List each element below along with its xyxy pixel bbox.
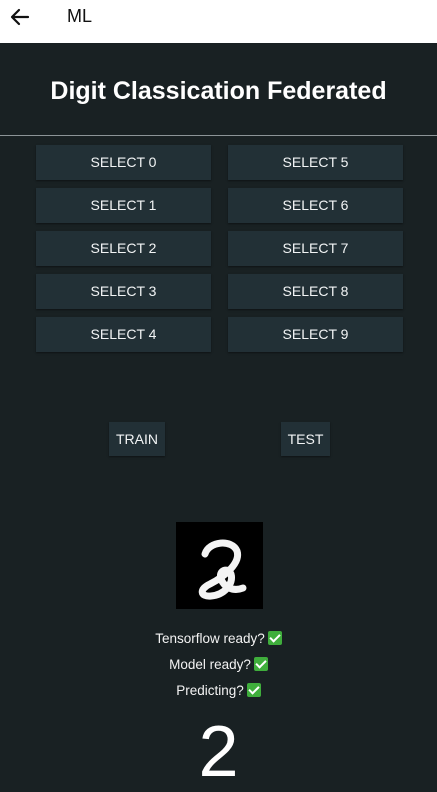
predicting-status: Predicting? — [0, 682, 437, 700]
model-ready-status: Model ready? — [0, 656, 437, 674]
select-4-button[interactable]: SELECT 4 — [36, 317, 211, 352]
model-ready-label: Model ready? — [169, 657, 251, 672]
tensorflow-ready-label: Tensorflow ready? — [155, 631, 265, 646]
back-button[interactable] — [8, 5, 32, 29]
check-mark-icon — [246, 683, 261, 697]
select-5-button[interactable]: SELECT 5 — [228, 145, 403, 180]
app-title: ML — [67, 6, 93, 26]
check-mark-icon — [253, 657, 268, 671]
prediction-result: 2 — [198, 712, 239, 792]
select-1-button[interactable]: SELECT 1 — [36, 188, 211, 223]
train-button[interactable]: TRAIN — [109, 422, 165, 456]
select-0-button[interactable]: SELECT 0 — [36, 145, 211, 180]
app-bar: ML — [0, 0, 437, 43]
select-8-button[interactable]: SELECT 8 — [228, 274, 403, 309]
divider — [0, 135, 437, 136]
digit-image — [176, 522, 263, 609]
predicting-label: Predicting? — [176, 683, 244, 698]
select-digit-grid: SELECT 0 SELECT 5 SELECT 1 SELECT 6 SELE… — [36, 145, 403, 352]
select-2-button[interactable]: SELECT 2 — [36, 231, 211, 266]
select-7-button[interactable]: SELECT 7 — [228, 231, 403, 266]
arrow-left-icon — [10, 8, 30, 26]
handwritten-digit-drawing — [198, 539, 247, 600]
select-6-button[interactable]: SELECT 6 — [228, 188, 403, 223]
test-button[interactable]: TEST — [281, 422, 330, 456]
page-title: Digit Classication Federated — [50, 77, 387, 105]
check-mark-icon — [267, 631, 282, 645]
tensorflow-ready-status: Tensorflow ready? — [0, 630, 437, 648]
select-3-button[interactable]: SELECT 3 — [36, 274, 211, 309]
select-9-button[interactable]: SELECT 9 — [228, 317, 403, 352]
